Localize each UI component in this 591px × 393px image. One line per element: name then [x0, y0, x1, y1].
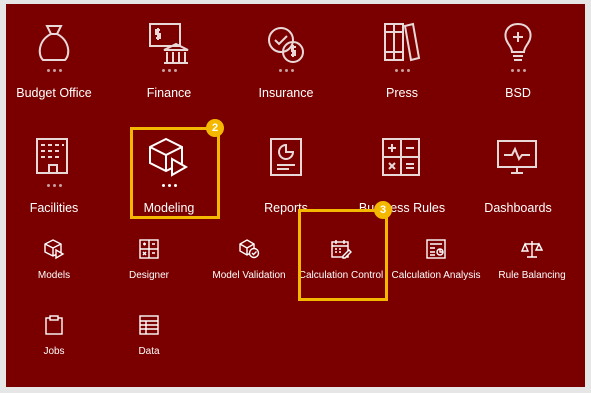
- item-label: Calculation Analysis: [391, 270, 481, 281]
- more-dots: [463, 69, 573, 77]
- more-dots: [231, 69, 341, 77]
- cube-check-icon: [238, 238, 260, 260]
- card-insurance[interactable]: Insurance: [231, 20, 341, 100]
- more-dots: [0, 69, 109, 77]
- item-label: Models: [37, 270, 71, 281]
- card-bsd[interactable]: BSD: [463, 20, 573, 100]
- card-label: Budget Office: [16, 86, 92, 100]
- item-models[interactable]: Models: [0, 238, 109, 281]
- callout-badge-3: 3: [374, 201, 392, 219]
- monitor-chart-icon: [495, 135, 541, 181]
- item-rule-balancing[interactable]: Rule Balancing: [477, 238, 587, 281]
- data-table-icon: [138, 314, 160, 336]
- card-label: Press: [386, 86, 418, 100]
- scale-balance-icon: [521, 238, 543, 260]
- item-label: Data: [138, 346, 160, 357]
- card-business-rules[interactable]: Business Rules: [347, 135, 457, 215]
- grid-designer-icon: [138, 238, 160, 260]
- card-press[interactable]: Press: [347, 20, 457, 100]
- navigator-panel: Budget Office Finance Insurance Press BS…: [6, 4, 585, 387]
- item-calculation-analysis[interactable]: Calculation Analysis: [381, 238, 491, 281]
- card-label: BSD: [505, 86, 531, 100]
- cube-play-icon: [43, 238, 65, 260]
- analysis-form-icon: [425, 238, 447, 260]
- more-dots: [0, 184, 109, 192]
- clipboard-icon: [43, 314, 65, 336]
- item-jobs[interactable]: Jobs: [0, 314, 109, 357]
- money-bag-icon: [31, 20, 77, 66]
- card-label: Dashboards: [484, 201, 552, 215]
- card-dashboards[interactable]: Dashboards: [463, 135, 573, 215]
- item-designer[interactable]: Designer: [94, 238, 204, 281]
- modeling-highlight-box: [130, 127, 220, 219]
- insurance-coins-icon: [263, 20, 309, 66]
- report-chart-icon: [263, 135, 309, 181]
- press-books-icon: [379, 20, 425, 66]
- calculation-control-highlight-box: [298, 209, 388, 301]
- card-label: Facilities: [29, 201, 79, 215]
- card-facilities[interactable]: Facilities: [0, 135, 109, 215]
- card-budget-office[interactable]: Budget Office: [0, 20, 109, 100]
- item-label: Designer: [128, 270, 170, 281]
- finance-bank-icon: [146, 20, 192, 66]
- card-finance[interactable]: Finance: [114, 20, 224, 100]
- card-reports[interactable]: Reports: [231, 135, 341, 215]
- more-dots: [347, 69, 457, 77]
- item-label: Jobs: [43, 346, 65, 357]
- card-label: Insurance: [258, 86, 314, 100]
- more-dots: [114, 69, 224, 77]
- item-data[interactable]: Data: [94, 314, 204, 357]
- building-icon: [31, 135, 77, 181]
- callout-badge-2: 2: [206, 119, 224, 137]
- item-label: Rule Balancing: [498, 270, 566, 281]
- card-label: Finance: [146, 86, 192, 100]
- calculator-icon: [379, 135, 425, 181]
- lightbulb-icon: [495, 20, 541, 66]
